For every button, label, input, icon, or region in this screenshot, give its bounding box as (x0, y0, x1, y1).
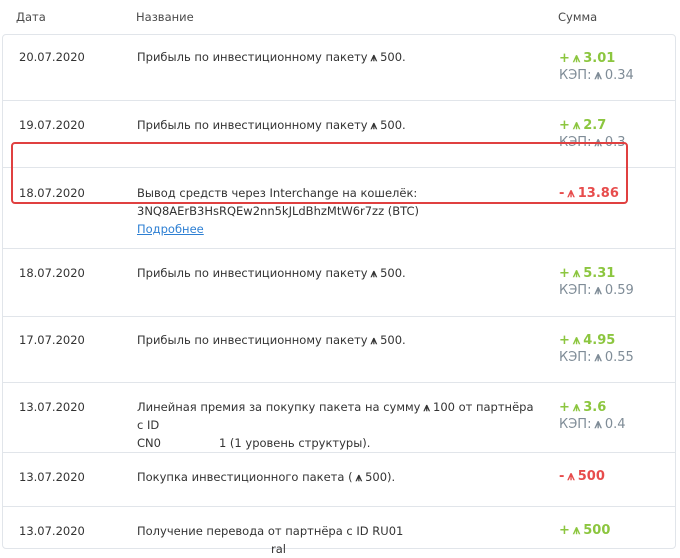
table-row: 13.07.2020 Получение перевода от партнёр… (3, 506, 675, 556)
currency-icon: ⩚ (370, 333, 378, 347)
row-description: Прибыль по инвестиционному пакету ⩚ 500. (137, 118, 406, 132)
row-date: 18.07.2020 (19, 266, 85, 280)
row-description: Получение перевода от партнёра с ID RU01… (137, 524, 404, 556)
column-header-name: Название (136, 10, 194, 24)
row-amount: + ⩚ 3.6 КЭП: ⩚ 0.4 (559, 400, 626, 432)
row-amount: + ⩚ 3.01 КЭП: ⩚ 0.34 (559, 51, 634, 83)
row-description: Прибыль по инвестиционному пакету ⩚ 500. (137, 266, 406, 280)
row-amount: + ⩚ 500 (559, 523, 611, 538)
currency-icon: ⩚ (594, 68, 602, 83)
table-row: 13.07.2020 Покупка инвестиционного пакет… (3, 452, 675, 506)
row-date: 17.07.2020 (19, 333, 85, 347)
row-description: Вывод средств через Interchange на кошел… (137, 184, 537, 238)
currency-icon: ⩚ (355, 470, 363, 484)
currency-icon: ⩚ (370, 266, 378, 280)
table-row: 18.07.2020 Вывод средств через Interchan… (3, 167, 675, 248)
column-header-date: Дата (16, 10, 46, 24)
wallet-address: 3NQ8AErB3HsRQEw2nn5kJLdBhzMtW6r7zz (BTC) (137, 204, 420, 218)
row-date: 19.07.2020 (19, 118, 85, 132)
row-amount: - ⩚ 13.86 (559, 186, 619, 201)
currency-icon: ⩚ (370, 118, 378, 132)
currency-icon: ⩚ (594, 283, 602, 298)
row-amount: + ⩚ 4.95 КЭП: ⩚ 0.55 (559, 333, 634, 365)
currency-icon: ⩚ (423, 400, 431, 414)
currency-icon: ⩚ (594, 350, 602, 365)
table-row: 20.07.2020 Прибыль по инвестиционному па… (3, 35, 675, 100)
column-header-amount: Сумма (558, 10, 598, 24)
row-date: 18.07.2020 (19, 186, 85, 200)
currency-icon: ⩚ (572, 400, 581, 415)
currency-icon: ⩚ (572, 266, 581, 281)
row-date: 20.07.2020 (19, 50, 85, 64)
row-description: Прибыль по инвестиционному пакету ⩚ 500. (137, 50, 406, 64)
row-date: 13.07.2020 (19, 470, 85, 484)
currency-icon: ⩚ (567, 469, 575, 484)
table-row: 19.07.2020 Прибыль по инвестиционному па… (3, 100, 675, 167)
currency-icon: ⩚ (572, 118, 581, 133)
row-amount: + ⩚ 2.7 КЭП: ⩚ 0.3 (559, 118, 626, 150)
row-date: 13.07.2020 (19, 524, 85, 538)
row-description: Покупка инвестиционного пакета (⩚ 500). (137, 470, 396, 484)
currency-icon: ⩚ (370, 50, 378, 64)
currency-icon: ⩚ (594, 135, 602, 150)
row-amount: - ⩚ 500 (559, 469, 605, 484)
currency-icon: ⩚ (572, 523, 581, 538)
details-link[interactable]: Подробнее (137, 222, 204, 236)
currency-icon: ⩚ (567, 186, 575, 201)
row-date: 13.07.2020 (19, 400, 85, 414)
table-row: 17.07.2020 Прибыль по инвестиционному па… (3, 316, 675, 382)
currency-icon: ⩚ (572, 333, 581, 348)
currency-icon: ⩚ (594, 417, 602, 432)
row-amount: + ⩚ 5.31 КЭП: ⩚ 0.59 (559, 266, 634, 298)
table-header: Дата Название Сумма (0, 0, 680, 34)
transactions-table: 20.07.2020 Прибыль по инвестиционному па… (2, 34, 676, 556)
table-row: 13.07.2020 Линейная премия за покупку па… (3, 382, 675, 452)
row-description: Прибыль по инвестиционному пакету ⩚ 500. (137, 333, 406, 347)
row-description: Линейная премия за покупку пакета на сум… (137, 400, 534, 450)
currency-icon: ⩚ (572, 51, 581, 66)
table-row: 18.07.2020 Прибыль по инвестиционному па… (3, 248, 675, 316)
